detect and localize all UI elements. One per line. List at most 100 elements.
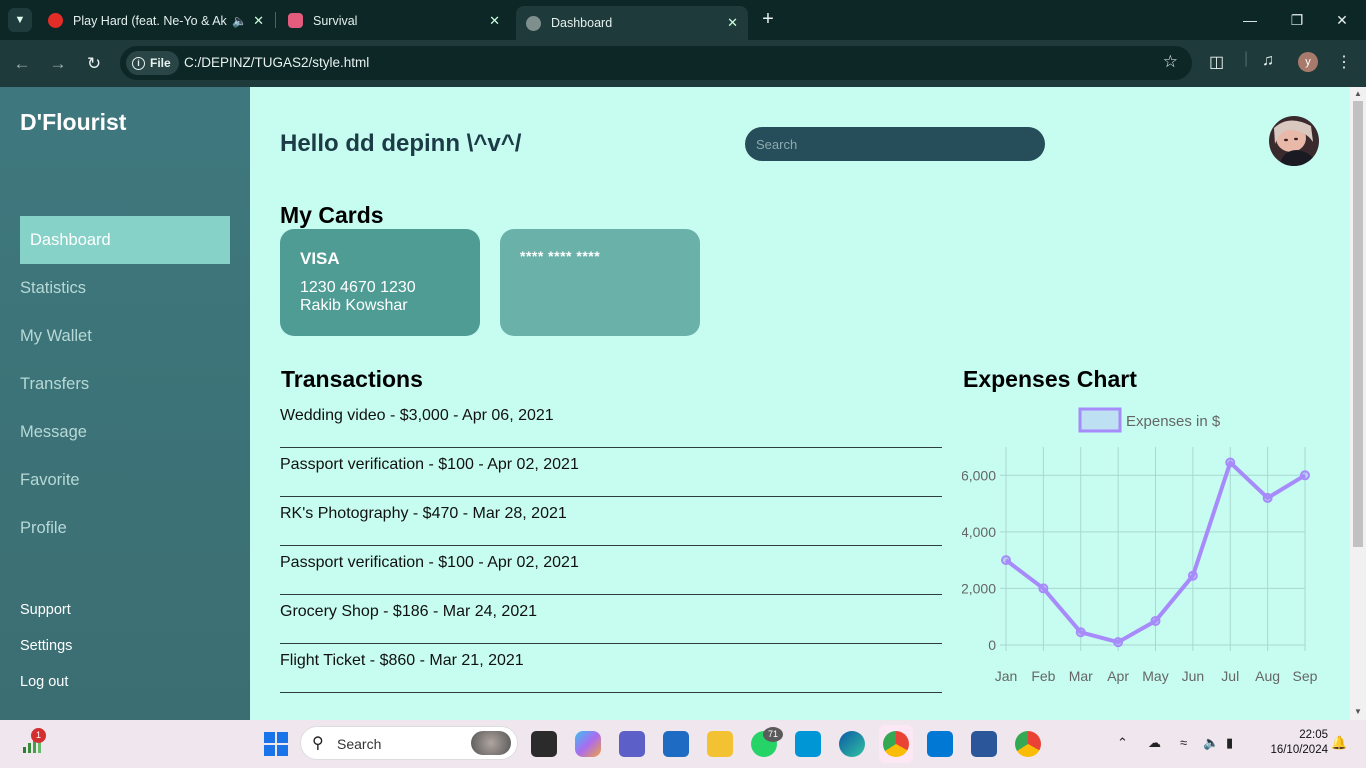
clock-time: 22:05 [1299,729,1328,741]
wifi-icon[interactable]: ≈ [1180,735,1187,750]
sidebar-item-dashboard[interactable]: Dashboard [20,216,230,264]
x-tick-label: Aug [1255,668,1280,684]
credit-card-visa[interactable]: VISA 1230 4670 1230 Rakib Kowshar [280,229,480,336]
bookmark-star-icon[interactable]: ☆ [1163,52,1178,72]
tab-dashboard[interactable]: Dashboard ✕ [516,6,748,40]
legend-label: Expenses in $ [1126,413,1221,430]
credit-card-masked[interactable]: **** **** **** [500,229,700,336]
windows-start-icon[interactable] [263,731,289,757]
browser-toolbar: ← → ↻ i File C:/DEPINZ/TUGAS2/style.html… [0,40,1366,87]
transaction-row: RK's Photography - $470 - Mar 28, 2021 [280,497,942,546]
window-close-button[interactable]: ✕ [1330,8,1354,32]
scroll-down-arrow-icon[interactable]: ▼ [1353,707,1363,716]
x-tick-label: Mar [1069,668,1093,684]
data-point [1038,583,1049,594]
file-explorer-icon[interactable] [707,731,733,757]
menu-kebab-icon[interactable]: ⋮ [1336,52,1352,72]
tab-strip: ▼ Play Hard (feat. Ne-Yo & Ak 🔈 ✕ Surviv… [0,0,1366,40]
chevron-down-icon: ▼ [14,14,26,26]
chevron-up-icon[interactable]: ⌃ [1117,735,1128,751]
chrome-profile-icon[interactable] [1015,731,1041,757]
support-link[interactable]: Support [20,602,71,618]
speaker-icon[interactable]: 🔈 [232,14,247,28]
logout-link[interactable]: Log out [20,674,68,690]
data-point [1001,555,1011,566]
new-tab-button[interactable]: + [758,8,778,32]
sidebar-item-profile[interactable]: Profile [20,504,230,552]
reload-button[interactable]: ↻ [82,52,106,76]
search-icon: ⚲ [312,735,324,752]
search-input[interactable] [745,127,1045,161]
volume-icon[interactable]: 🔈 [1203,735,1219,751]
tab-play-hard[interactable]: Play Hard (feat. Ne-Yo & Ak 🔈 ✕ [38,6,274,35]
x-tick-label: May [1142,668,1168,684]
dashboard-page: D'Flourist Dashboard Statistics My Walle… [0,87,1366,720]
sidebar-item-statistics[interactable]: Statistics [20,264,230,312]
tab-search-button[interactable]: ▼ [8,8,32,32]
page-greeting: Hello dd depinn \^v^/ [280,130,522,157]
avatar[interactable] [1269,116,1319,166]
onedrive-icon[interactable]: ☁ [1148,735,1161,751]
survival-favicon-icon [288,13,303,28]
x-tick-label: Sep [1293,668,1318,684]
brand-logo: D'Flourist [20,109,127,135]
url-text[interactable]: C:/DEPINZ/TUGAS2/style.html [184,55,369,70]
word-icon[interactable] [971,731,997,757]
notification-bell-icon[interactable]: 🔔 [1331,735,1347,751]
copilot-icon[interactable] [575,731,601,757]
address-bar[interactable]: i File C:/DEPINZ/TUGAS2/style.html ☆ [120,46,1192,80]
site-info-chip[interactable]: i File [126,51,179,75]
media-control-icon[interactable]: ♫ [1262,52,1274,70]
notification-badge: 1 [31,728,46,743]
avatar-photo [1269,116,1319,166]
data-point [1113,637,1124,648]
data-point [1262,492,1273,503]
chrome-icon[interactable] [883,731,909,757]
close-icon[interactable]: ✕ [489,13,500,29]
microsoft-store-icon[interactable] [663,731,689,757]
forward-button[interactable]: → [46,52,70,76]
battery-icon[interactable]: ▮ [1226,735,1233,751]
scroll-up-arrow-icon[interactable]: ▲ [1353,89,1363,98]
y-tick-label: 0 [988,637,996,653]
vscode-icon[interactable] [927,731,953,757]
my-cards-title: My Cards [280,202,384,228]
data-point [1300,470,1310,481]
task-view-icon[interactable] [531,731,557,757]
profile-avatar-button[interactable]: y [1298,52,1318,72]
x-tick-label: Apr [1107,668,1129,684]
scrollbar-thumb[interactable] [1353,101,1363,547]
taskbar-search-box[interactable]: ⚲ Search [300,726,518,760]
transactions-title: Transactions [281,366,423,392]
data-point [1150,615,1161,626]
tab-survival[interactable]: Survival ✕ [278,6,510,35]
card-brand: VISA [300,249,340,268]
sidebar-item-my-wallet[interactable]: My Wallet [20,312,230,360]
system-clock[interactable]: 22:05 16/10/2024 [1258,728,1328,758]
close-icon[interactable]: ✕ [253,13,264,29]
windows-taskbar: 1 ⚲ Search 71 ⌃ ☁ ≈ 🔈 ▮ 22:05 16/10/2024… [0,720,1366,768]
sidebar-item-favorite[interactable]: Favorite [20,456,230,504]
close-icon[interactable]: ✕ [727,15,738,31]
search-highlight-icon [471,731,511,755]
site-info-label: File [150,56,171,70]
extensions-icon[interactable]: ◫ [1209,52,1224,72]
restore-button[interactable]: ❐ [1285,8,1309,32]
tab-title: Survival [313,13,358,28]
minimize-button[interactable]: — [1238,8,1262,32]
globe-icon [526,15,541,31]
x-tick-label: Jun [1182,668,1205,684]
teams-icon[interactable] [619,731,645,757]
edge-icon[interactable] [839,731,865,757]
back-button[interactable]: ← [10,52,34,76]
data-point [1187,570,1198,581]
sidebar-item-transfers[interactable]: Transfers [20,360,230,408]
sidebar-item-message[interactable]: Message [20,408,230,456]
expenses-chart-title: Expenses Chart [963,366,1137,392]
page-scrollbar[interactable]: ▲ ▼ [1350,87,1366,720]
settings-link[interactable]: Settings [20,638,72,654]
myhp-icon[interactable] [795,731,821,757]
toolbar-divider: | [1244,50,1249,67]
tab-title: Play Hard (feat. Ne-Yo & Ak [73,13,227,28]
transaction-row: Wedding video - $3,000 - Apr 06, 2021 [280,399,942,448]
